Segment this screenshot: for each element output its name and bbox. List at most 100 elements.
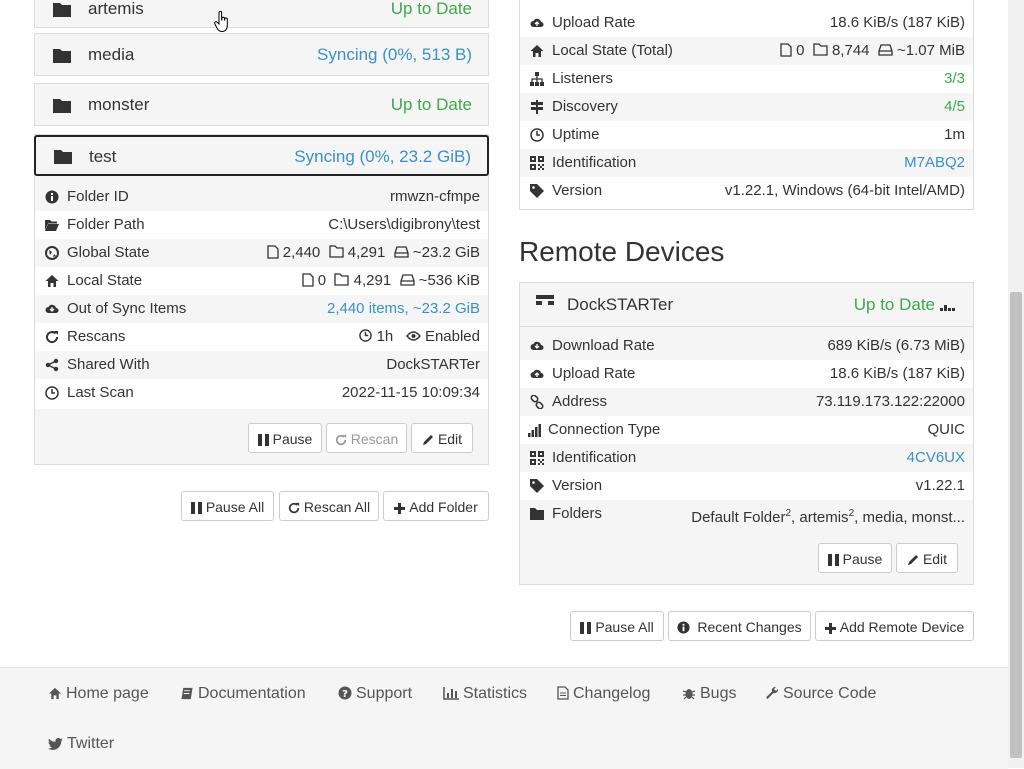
address-value: 73.119.173.122:22000 (815, 393, 965, 410)
folder-icon (53, 3, 71, 17)
remote-device-header[interactable]: DockSTARTer Up to Date (520, 283, 973, 327)
remote-identification-link[interactable]: 4CV6UX (907, 444, 965, 472)
info-icon (677, 621, 690, 634)
folder-rescan-button[interactable]: Rescan (326, 423, 407, 453)
remote-identification-label: Identification (552, 449, 637, 466)
recent-changes-button[interactable]: Recent Changes (668, 611, 811, 641)
scrollbar-thumb[interactable] (1010, 292, 1022, 758)
out-of-sync-label: Out of Sync Items (67, 300, 187, 317)
remote-upload-rate-value: 18.6 KiB/s (187 KiB) (829, 365, 965, 382)
total-dirs: 8,744 (831, 42, 870, 59)
download-rate-value: 689 KiB/s (6.73 MiB) (827, 337, 965, 354)
folder-header-media[interactable]: media Syncing (0%, 513 B) (34, 33, 489, 76)
global-files: 2,440 (282, 244, 321, 261)
out-of-sync-link[interactable]: 2,440 items, ~23.2 GiB (327, 295, 480, 323)
folder-header-artemis[interactable]: artemis Up to Date (34, 0, 489, 28)
version-label: Version (552, 182, 603, 199)
clock-icon (359, 329, 373, 342)
home-icon (530, 45, 544, 57)
listeners-value[interactable]: 3/3 (944, 65, 965, 93)
local-size: ~536 KiB (418, 272, 480, 289)
upload-rate-label: Upload Rate (552, 14, 636, 31)
discovery-value[interactable]: 4/5 (944, 93, 965, 121)
bar-chart-icon (443, 687, 459, 700)
hdd-icon (399, 274, 415, 286)
pause-icon (827, 554, 839, 566)
folder-header-monster[interactable]: monster Up to Date (34, 83, 489, 126)
footer-home-link[interactable]: Home page (48, 685, 149, 703)
connection-type-row: Connection Type QUIC (520, 416, 973, 444)
footer-changelog-link[interactable]: Changelog (557, 685, 650, 703)
rescans-value: 1h Enabled (359, 323, 480, 351)
folder-id-value: rmwzn-cfmpe (389, 188, 480, 205)
tag-icon (530, 184, 544, 198)
folder-outline-icon (334, 273, 350, 286)
footer-source-link[interactable]: Source Code (765, 685, 876, 703)
mouse-cursor-icon (214, 11, 228, 33)
footer-twitter-link[interactable]: Twitter (48, 735, 114, 753)
identification-label: Identification (552, 154, 637, 171)
qrcode-icon (530, 156, 544, 170)
folder-pause-button[interactable]: Pause (248, 423, 322, 453)
remote-device-panel: DockSTARTer Up to Date Download Rate 689… (519, 282, 974, 585)
remote-version-row: Version v1.22.1 (520, 472, 973, 500)
bug-icon (682, 689, 696, 700)
signal-bars-icon (940, 305, 955, 311)
clock-icon (530, 128, 544, 142)
footer-support-link[interactable]: ? Support (338, 685, 412, 703)
folder-header-test[interactable]: test Syncing (0%, 23.2 GiB) (34, 135, 489, 176)
footer-docs-link[interactable]: Documentation (180, 685, 306, 703)
folder-id-label: Folder ID (67, 188, 129, 205)
footer-bugs-link[interactable]: Bugs (682, 685, 736, 703)
signal-icon (528, 424, 541, 437)
cloud-download-icon (45, 304, 59, 313)
remote-edit-button[interactable]: Edit (896, 543, 958, 573)
pencil-icon (907, 555, 918, 565)
folder-outline-icon (813, 43, 828, 56)
remote-devices-heading: Remote Devices (519, 236, 725, 267)
link-icon (530, 395, 544, 409)
pause-icon (190, 502, 202, 514)
folder-name: monster (88, 95, 150, 114)
rescan-all-button[interactable]: Rescan All (279, 491, 379, 521)
folder-outline-icon (328, 245, 344, 258)
local-state-total-row: Local State (Total) 0 8,744 ~1.07 MiB (520, 37, 973, 65)
pause-all-devices-button[interactable]: Pause All (570, 611, 664, 641)
folder-icon (53, 99, 71, 113)
listeners-label: Listeners (552, 70, 613, 87)
pause-all-folders-button[interactable]: Pause All (181, 491, 274, 521)
address-row: Address 73.119.173.122:22000 (520, 388, 973, 416)
folder-status: Up to Date (390, 95, 472, 114)
folder-icon (54, 150, 72, 164)
footer-stats-link[interactable]: Statistics (443, 685, 527, 703)
folder-name: test (89, 147, 117, 166)
eye-icon (405, 331, 421, 341)
file-text-icon (557, 686, 569, 700)
this-device-panel: Upload Rate 18.6 KiB/s (187 KiB) Local S… (519, 0, 974, 210)
qrcode-icon (530, 451, 544, 465)
remote-device-status: Up to Date (853, 295, 935, 314)
last-scan-row: Last Scan 2022-11-15 10:09:34 (35, 379, 488, 407)
local-state-label: Local State (67, 272, 143, 289)
add-remote-device-button[interactable]: Add Remote Device (815, 611, 974, 641)
cloud-download-icon (530, 341, 544, 350)
remote-upload-rate-row: Upload Rate 18.6 KiB/s (187 KiB) (520, 360, 973, 388)
folder-edit-button[interactable]: Edit (411, 423, 473, 453)
refresh-icon (335, 434, 346, 446)
folder-name: artemis (88, 0, 144, 18)
identification-link[interactable]: M7ABQ2 (904, 149, 965, 177)
add-folder-button[interactable]: Add Folder (383, 491, 489, 521)
refresh-icon (288, 502, 300, 514)
folder-icon (53, 49, 71, 63)
address-label: Address (552, 393, 608, 410)
folder-path-value: C:\Users\digibrony\test (328, 216, 480, 233)
global-state-value: 2,440 4,291 ~23.2 GiB (266, 239, 480, 267)
plus-icon (394, 503, 406, 514)
wrench-icon (766, 686, 779, 699)
remote-device-name: DockSTARTer (567, 295, 674, 314)
plus-icon (824, 623, 836, 634)
local-dirs: 4,291 (353, 272, 392, 289)
remote-pause-button[interactable]: Pause (818, 543, 892, 573)
local-state-total-value: 0 8,744 ~1.07 MiB (780, 37, 965, 65)
folder-id-row: Folder ID rmwzn-cfmpe (35, 183, 488, 211)
